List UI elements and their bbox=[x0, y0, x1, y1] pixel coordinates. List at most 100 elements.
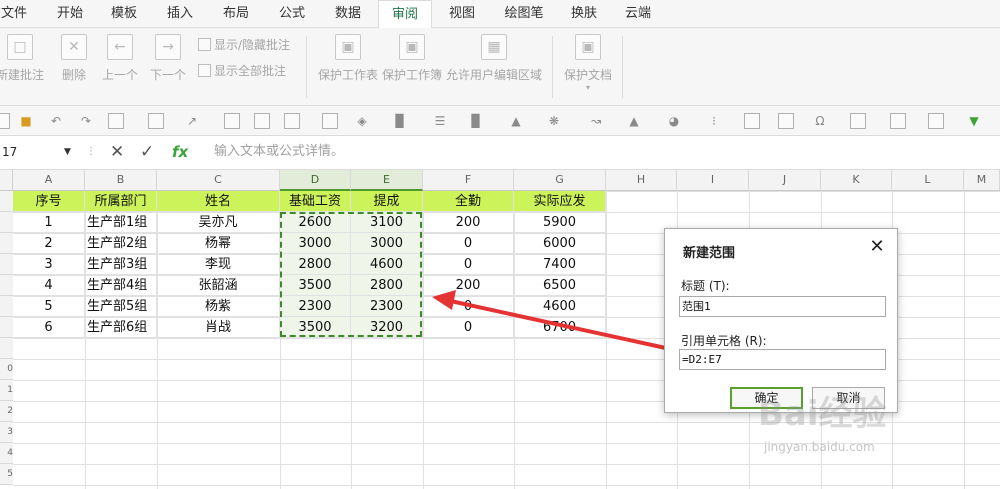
column-header-k[interactable]: K bbox=[821, 170, 892, 191]
table-cell-index[interactable]: 3 bbox=[13, 254, 85, 275]
show-hide-comment-button[interactable]: 显示/隐藏批注 bbox=[198, 36, 290, 53]
table-cell-department[interactable]: 生产部2组 bbox=[85, 233, 157, 254]
confirm-formula-icon[interactable]: ✓ bbox=[140, 141, 154, 163]
chart-radar-icon[interactable]: ❋ bbox=[546, 113, 562, 129]
equation-icon[interactable] bbox=[850, 113, 866, 129]
table-cell-net-pay[interactable]: 6000 bbox=[514, 233, 606, 254]
table-cell-name[interactable]: 杨紫 bbox=[157, 296, 280, 317]
table-cell-department[interactable]: 生产部5组 bbox=[85, 296, 157, 317]
chart-bar-icon[interactable]: ☰ bbox=[432, 113, 448, 129]
table-cell-commission[interactable]: 3200 bbox=[351, 317, 423, 338]
column-header-c[interactable]: C bbox=[157, 170, 280, 191]
table-cell-base-salary[interactable]: 2600 bbox=[280, 212, 351, 233]
column-header-b[interactable]: B bbox=[85, 170, 157, 191]
column-header-l[interactable]: L bbox=[892, 170, 964, 191]
row-header[interactable]: 1 bbox=[0, 380, 13, 401]
smartart-icon[interactable]: ◈ bbox=[354, 113, 370, 129]
table-cell-base-salary[interactable]: 3000 bbox=[280, 233, 351, 254]
delete-comment-button[interactable]: ✕ 删除 bbox=[48, 34, 100, 83]
table-cell-attendance[interactable]: 200 bbox=[423, 212, 514, 233]
shapes-icon[interactable] bbox=[322, 113, 338, 129]
menu-insert[interactable]: 插入 bbox=[162, 0, 198, 28]
table-cell-attendance[interactable]: 0 bbox=[423, 317, 514, 338]
table-cell-attendance[interactable]: 0 bbox=[423, 254, 514, 275]
chart-stacked-icon[interactable]: ▉ bbox=[468, 113, 484, 129]
header-cell-index[interactable]: 序号 bbox=[13, 191, 85, 212]
column-header-m[interactable]: M bbox=[964, 170, 1000, 191]
table-cell-name[interactable]: 吴亦凡 bbox=[157, 212, 280, 233]
table-cell-net-pay[interactable]: 7400 bbox=[514, 254, 606, 275]
formula-input[interactable]: 输入文本或公式详情。 bbox=[214, 141, 344, 163]
column-header-g[interactable]: G bbox=[514, 170, 606, 191]
row-header[interactable]: 0 bbox=[0, 359, 13, 380]
chart-scatter-icon[interactable]: ⁝ bbox=[706, 113, 722, 129]
table-cell-attendance[interactable]: 0 bbox=[423, 233, 514, 254]
image-icon[interactable] bbox=[254, 113, 270, 129]
header-cell-department[interactable]: 所属部门 bbox=[85, 191, 157, 212]
chart-line-icon[interactable]: ↝ bbox=[588, 113, 604, 129]
cancel-button[interactable]: 取消 bbox=[812, 387, 885, 409]
menu-layout[interactable]: 布局 bbox=[218, 0, 254, 28]
new-file-icon[interactable] bbox=[0, 113, 10, 129]
chart-area-icon[interactable]: ▲ bbox=[508, 113, 524, 129]
next-comment-button[interactable]: → 下一个 bbox=[142, 34, 194, 83]
header-cell-attendance[interactable]: 全勤 bbox=[423, 191, 514, 212]
row-header[interactable]: 4 bbox=[0, 443, 13, 464]
menu-templates[interactable]: 模板 bbox=[106, 0, 142, 28]
menu-drawing-pen[interactable]: 绘图笔 bbox=[500, 0, 548, 28]
close-icon[interactable]: ✕ bbox=[867, 237, 887, 257]
ok-button[interactable]: 确定 bbox=[730, 387, 803, 409]
table-cell-commission[interactable]: 4600 bbox=[351, 254, 423, 275]
table-cell-name[interactable]: 李现 bbox=[157, 254, 280, 275]
column-header-f[interactable]: F bbox=[423, 170, 514, 191]
open-folder-icon[interactable]: ■ bbox=[18, 113, 34, 129]
header-cell-base-salary[interactable]: 基础工资 bbox=[280, 191, 351, 212]
table-cell-base-salary[interactable]: 2800 bbox=[280, 254, 351, 275]
save-icon[interactable] bbox=[108, 113, 124, 129]
menu-cloud[interactable]: 云端 bbox=[620, 0, 656, 28]
table-cell-net-pay[interactable]: 5900 bbox=[514, 212, 606, 233]
row-header[interactable] bbox=[0, 233, 13, 254]
table-cell-attendance[interactable]: 200 bbox=[423, 275, 514, 296]
chevron-down-icon[interactable]: ▼ bbox=[64, 141, 78, 163]
row-header[interactable] bbox=[0, 212, 13, 233]
reference-field[interactable]: =D2:E7 bbox=[679, 349, 886, 370]
previous-comment-button[interactable]: ← 上一个 bbox=[94, 34, 146, 83]
table-cell-name[interactable]: 肖战 bbox=[157, 317, 280, 338]
title-field[interactable]: 范围1 bbox=[679, 296, 886, 317]
menu-data[interactable]: 数据 bbox=[330, 0, 366, 28]
table-cell-commission[interactable]: 2300 bbox=[351, 296, 423, 317]
insert-function-icon[interactable]: fx bbox=[172, 141, 188, 163]
menu-review[interactable]: 审阅 bbox=[378, 0, 432, 29]
row-header[interactable] bbox=[0, 317, 13, 338]
header-cell-name[interactable]: 姓名 bbox=[157, 191, 280, 212]
row-header[interactable]: 2 bbox=[0, 401, 13, 422]
select-all-corner[interactable] bbox=[0, 170, 13, 191]
header-cell-commission[interactable]: 提成 bbox=[351, 191, 423, 212]
table-cell-attendance[interactable]: 0 bbox=[423, 296, 514, 317]
row-header[interactable] bbox=[0, 275, 13, 296]
protect-workbook-button[interactable]: ▣ 保护工作簿 bbox=[380, 34, 444, 83]
table-cell-department[interactable]: 生产部6组 bbox=[85, 317, 157, 338]
table-icon[interactable] bbox=[224, 113, 240, 129]
cancel-formula-icon[interactable]: ✕ bbox=[110, 141, 124, 163]
table-cell-name[interactable]: 张韶涵 bbox=[157, 275, 280, 296]
protect-sheet-button[interactable]: ▣ 保护工作表 bbox=[316, 34, 380, 83]
table-cell-index[interactable]: 2 bbox=[13, 233, 85, 254]
table-cell-department[interactable]: 生产部4组 bbox=[85, 275, 157, 296]
table-cell-index[interactable]: 6 bbox=[13, 317, 85, 338]
table-cell-base-salary[interactable]: 3500 bbox=[280, 275, 351, 296]
redo-icon[interactable]: ↷ bbox=[78, 113, 94, 129]
column-header-h[interactable]: H bbox=[606, 170, 677, 191]
column-header-i[interactable]: I bbox=[677, 170, 749, 191]
header-cell-net-pay[interactable]: 实际应发 bbox=[514, 191, 606, 212]
protect-document-button[interactable]: ▣ 保护文档 ▾ bbox=[560, 34, 616, 92]
table-cell-commission[interactable]: 2800 bbox=[351, 275, 423, 296]
table-cell-index[interactable]: 1 bbox=[13, 212, 85, 233]
column-header-j[interactable]: J bbox=[749, 170, 821, 191]
table-cell-net-pay[interactable]: 6700 bbox=[514, 317, 606, 338]
row-header[interactable]: 3 bbox=[0, 422, 13, 443]
camera-icon[interactable] bbox=[928, 113, 944, 129]
textbox-icon[interactable] bbox=[744, 113, 760, 129]
table-cell-base-salary[interactable]: 2300 bbox=[280, 296, 351, 317]
